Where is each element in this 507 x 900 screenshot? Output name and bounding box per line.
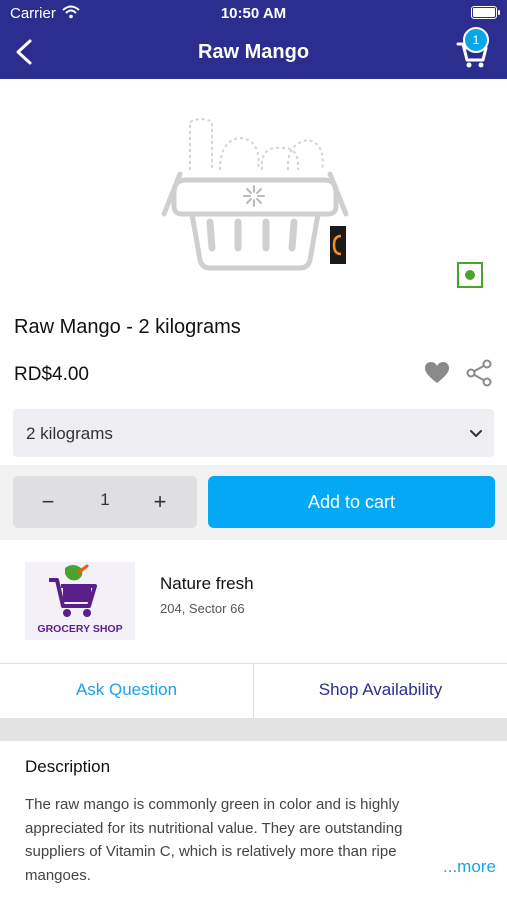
veg-indicator-icon	[457, 262, 483, 288]
share-icon[interactable]	[464, 358, 494, 388]
section-separator	[0, 718, 507, 741]
action-links: Ask Question Shop Availability	[0, 664, 507, 718]
page-title: Raw Mango	[197, 41, 310, 63]
seller-logo: GROCERY SHOP	[25, 562, 135, 640]
product-detail-screen: Carrier 10:50 AM Raw Mango 1 Raw Mango -…	[0, 0, 507, 900]
status-bar: Carrier 10:50 AM	[0, 0, 507, 28]
seller-logo-text: GROCERY SHOP	[37, 623, 122, 635]
battery-icon	[471, 6, 500, 19]
product-name: Raw Mango - 2 kilograms	[14, 316, 241, 338]
read-more-link[interactable]: ...more	[443, 857, 496, 877]
variant-select[interactable]: 2 kilograms	[13, 409, 494, 457]
heart-icon[interactable]	[424, 361, 450, 385]
cart-count-badge: 1	[463, 27, 489, 53]
add-to-cart-button[interactable]: Add to cart	[208, 476, 495, 528]
clock: 10:50 AM	[220, 5, 287, 22]
description-text: The raw mango is commonly green in color…	[25, 796, 403, 884]
ask-question-link[interactable]: Ask Question	[0, 664, 253, 718]
chevron-down-icon	[470, 430, 482, 437]
product-price: RD$4.00	[14, 364, 89, 385]
quantity-stepper: − 1 +	[13, 476, 197, 528]
increase-quantity-button[interactable]: +	[145, 488, 175, 516]
decrease-quantity-button[interactable]: −	[33, 488, 63, 516]
quantity-value: 1	[100, 490, 110, 509]
shop-availability-link[interactable]: Shop Availability	[254, 664, 507, 718]
seller-card[interactable]: GROCERY SHOP Nature fresh 204, Sector 66	[0, 540, 507, 664]
variant-value: 2 kilograms	[26, 424, 113, 443]
description-section: Description The raw mango is commonly gr…	[0, 741, 507, 900]
description-title: Description	[25, 757, 111, 776]
seller-name: Nature fresh	[160, 574, 254, 593]
app-header: Carrier 10:50 AM Raw Mango 1	[0, 0, 507, 79]
seller-address: 204, Sector 66	[160, 601, 245, 616]
purchase-bar: − 1 + Add to cart	[0, 465, 507, 540]
product-image	[161, 118, 349, 271]
